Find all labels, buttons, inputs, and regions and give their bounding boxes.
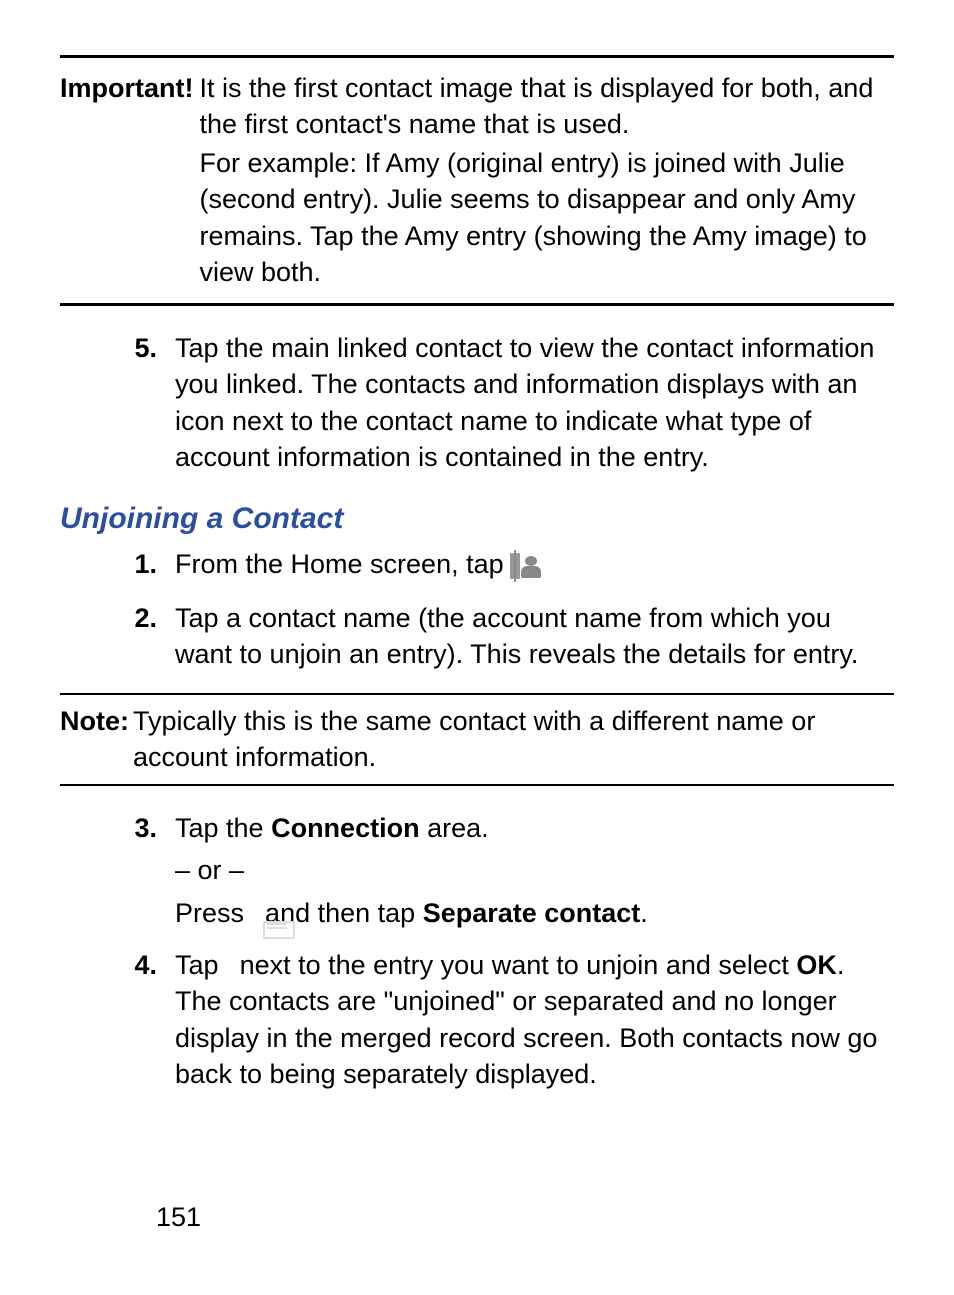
- step-2-text: Tap a contact name (the account name fro…: [175, 600, 894, 673]
- step-3-line-1: Tap the Connection area.: [175, 810, 894, 846]
- step-marker: 2.: [60, 600, 175, 679]
- step-body: Tap next to the entry you want to unjoin…: [175, 947, 894, 1099]
- text-mid: next to the entry you want to unjoin and…: [240, 950, 797, 980]
- text-post: .: [640, 898, 648, 928]
- step-4-text: Tap next to the entry you want to unjoin…: [175, 947, 894, 1093]
- step-5: 5. Tap the main linked contact to view t…: [60, 330, 894, 482]
- unjoin-step-1: 1. From the Home screen, tap .: [60, 546, 894, 590]
- unjoin-step-2: 2. Tap a contact name (the account name …: [60, 600, 894, 679]
- note-body: Typically this is the same contact with …: [133, 703, 894, 776]
- text-pre: Press: [175, 898, 252, 928]
- step-marker: 5.: [60, 330, 175, 482]
- rule-top: [60, 55, 894, 58]
- step-body: Tap the Connection area. – or – Press an…: [175, 810, 894, 937]
- step-3-line-2: Press and then tap Separate contact.: [175, 895, 894, 931]
- step-body: Tap the main linked contact to view the …: [175, 330, 894, 482]
- rule-before-note: [60, 693, 894, 695]
- page-container: Important! It is the first contact image…: [0, 0, 954, 1295]
- text-pre: Tap the: [175, 813, 271, 843]
- step-marker: 1.: [60, 546, 175, 590]
- important-para-2: For example: If Amy (original entry) is …: [199, 145, 894, 291]
- section-heading-unjoining: Unjoining a Contact: [60, 499, 894, 540]
- step-body: Tap a contact name (the account name fro…: [175, 600, 894, 679]
- joined-steps-continued: 5. Tap the main linked contact to view t…: [60, 330, 894, 482]
- bold-connection: Connection: [271, 813, 420, 843]
- rule-after-important: [60, 303, 894, 306]
- unjoin-steps: 1. From the Home screen, tap . 2. Tap a …: [60, 546, 894, 679]
- step-3-or: – or –: [175, 852, 894, 888]
- bold-ok: OK: [796, 950, 837, 980]
- important-callout: Important! It is the first contact image…: [60, 70, 894, 293]
- text-post: area.: [420, 813, 489, 843]
- contacts-icon: [514, 548, 516, 584]
- page-number: 151: [156, 1199, 201, 1235]
- step-marker: 4.: [60, 947, 175, 1099]
- important-label: Important!: [60, 70, 199, 293]
- important-para-1: It is the first contact image that is di…: [199, 70, 894, 143]
- important-body: It is the first contact image that is di…: [199, 70, 894, 293]
- unjoin-step-3: 3. Tap the Connection area. – or – Press…: [60, 810, 894, 937]
- note-label: Note:: [60, 703, 133, 776]
- unjoin-step-4: 4. Tap next to the entry you want to unj…: [60, 947, 894, 1099]
- text-pre: From the Home screen, tap: [175, 549, 511, 579]
- step-5-text: Tap the main linked contact to view the …: [175, 330, 894, 476]
- unjoin-steps-continued: 3. Tap the Connection area. – or – Press…: [60, 810, 894, 1099]
- note-callout: Note: Typically this is the same contact…: [60, 703, 894, 776]
- bold-separate-contact: Separate contact: [423, 898, 641, 928]
- step-1-text: From the Home screen, tap .: [175, 546, 894, 584]
- step-marker: 3.: [60, 810, 175, 937]
- step-body: From the Home screen, tap .: [175, 546, 894, 590]
- text-pre: Tap: [175, 950, 226, 980]
